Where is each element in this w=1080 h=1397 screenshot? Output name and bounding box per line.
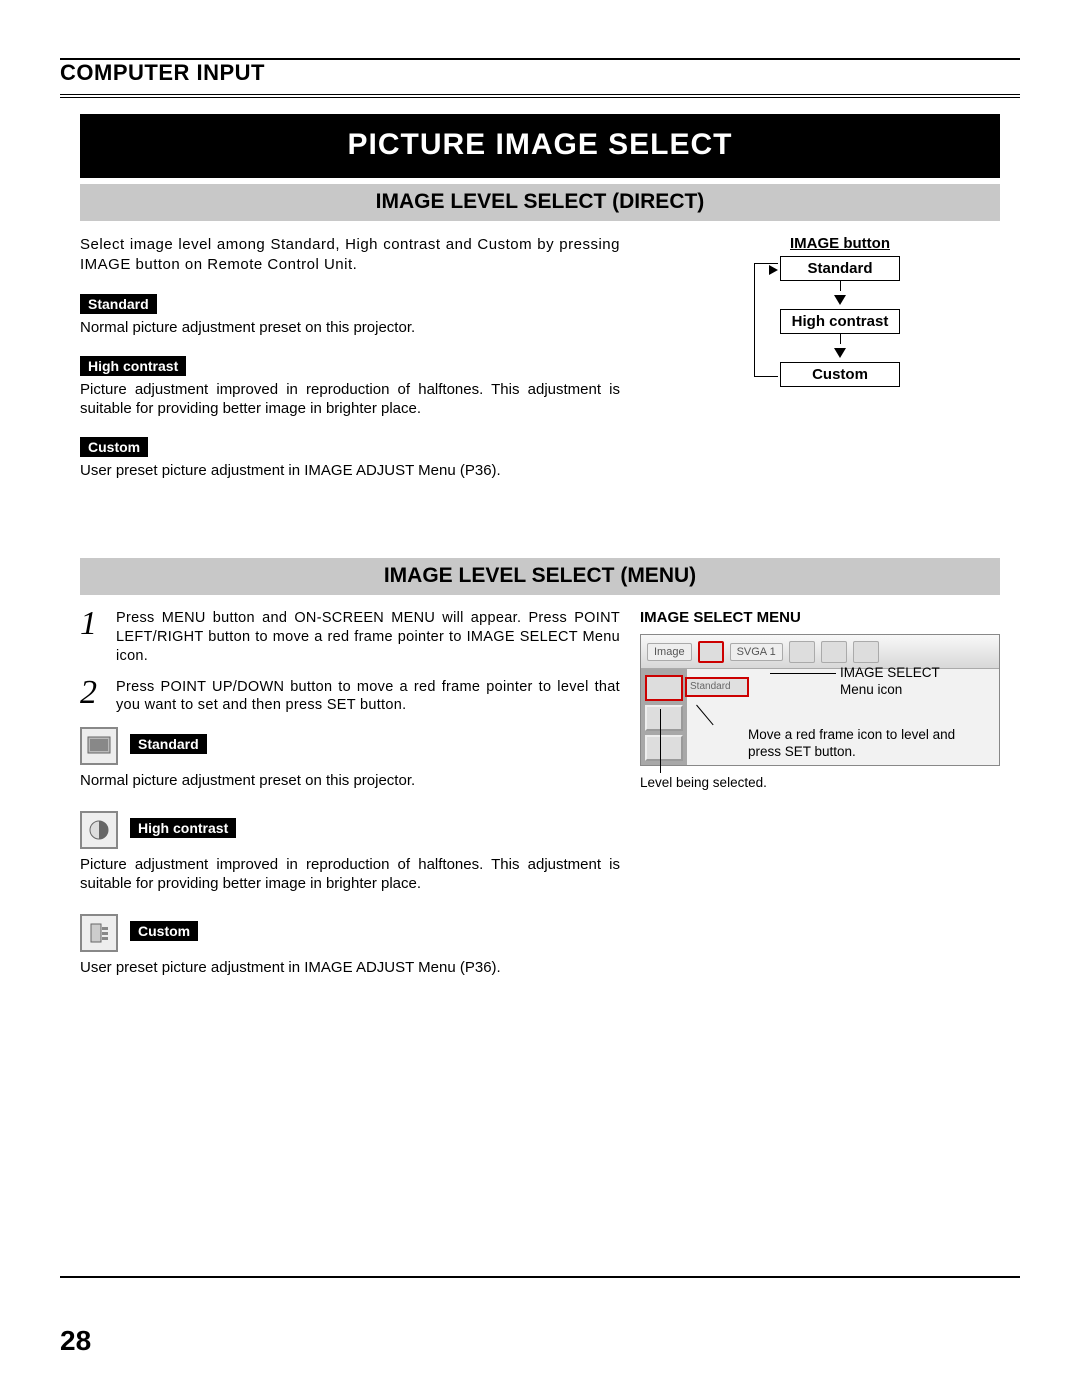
item-custom: Custom User preset picture adjustment in… — [80, 437, 620, 481]
loop-line — [754, 263, 778, 377]
menu-tab-image: Image — [647, 643, 692, 661]
item-standard: Standard Normal picture adjustment prese… — [80, 294, 620, 338]
custom-icon — [80, 914, 118, 952]
menu-icon — [853, 641, 879, 663]
page-number: 28 — [60, 1325, 91, 1357]
step-1: 1 Press MENU button and ON-SCREEN MENU w… — [80, 609, 620, 666]
desc-highcontrast-2: Picture adjustment improved in reproduct… — [80, 855, 620, 894]
menu-mode: SVGA 1 — [730, 643, 783, 661]
loop-arrow-icon — [769, 265, 778, 275]
flow-box-highcontrast: High contrast — [780, 309, 900, 334]
flow-box-custom: Custom — [780, 362, 900, 387]
step-text: Press POINT UP/DOWN button to move a red… — [116, 678, 620, 716]
callout-level: Level being selected. — [640, 775, 767, 792]
label-standard: Standard — [80, 294, 157, 314]
desc-standard: Normal picture adjustment preset on this… — [80, 318, 620, 338]
icon-row-standard: Standard — [80, 727, 620, 765]
highcontrast-icon — [80, 811, 118, 849]
icon-row-custom: Custom — [80, 914, 620, 952]
section1-right: IMAGE button Standard High contrast Cust… — [640, 235, 1000, 498]
title-band: PICTURE IMAGE SELECT — [80, 114, 1000, 178]
label-standard-2: Standard — [130, 734, 207, 754]
section-header: COMPUTER INPUT — [60, 60, 1020, 95]
menu-icon — [789, 641, 815, 663]
section2-right: IMAGE SELECT MENU Image SVGA 1 Standard — [640, 609, 1000, 997]
section1-left: Select image level among Standard, High … — [80, 235, 620, 498]
flow-line — [840, 334, 841, 344]
section2-columns: 1 Press MENU button and ON-SCREEN MENU w… — [60, 609, 1020, 997]
callout-line — [660, 709, 661, 773]
section1-columns: Select image level among Standard, High … — [60, 235, 1020, 498]
menu-level-item — [645, 735, 683, 761]
desc-highcontrast: Picture adjustment improved in reproduct… — [80, 380, 620, 419]
menu-dropdown-label: Standard — [685, 677, 749, 697]
label-highcontrast-2: High contrast — [130, 818, 236, 838]
image-select-menu-icon — [698, 641, 724, 663]
intro-text: Select image level among Standard, High … — [80, 235, 620, 274]
rule — [60, 97, 1020, 98]
item-highcontrast: High contrast Picture adjustment improve… — [80, 356, 620, 419]
menu-bar: Image SVGA 1 — [641, 635, 999, 669]
menu-icon — [821, 641, 847, 663]
page-frame: COMPUTER INPUT PICTURE IMAGE SELECT IMAG… — [60, 58, 1020, 1278]
icon-row-highcontrast: High contrast — [80, 811, 620, 849]
section2-left: 1 Press MENU button and ON-SCREEN MENU w… — [80, 609, 620, 997]
flow-diagram: Standard High contrast Custom — [760, 256, 920, 387]
callout-line — [770, 673, 836, 674]
subhead-direct: IMAGE LEVEL SELECT (DIRECT) — [80, 184, 1000, 221]
spacer — [60, 498, 1020, 558]
flow-box-standard: Standard — [780, 256, 900, 281]
desc-standard-2: Normal picture adjustment preset on this… — [80, 771, 620, 791]
flow-line — [840, 281, 841, 291]
desc-custom-2: User preset picture adjustment in IMAGE … — [80, 958, 620, 978]
menu-sidebar — [641, 669, 687, 765]
label-custom-2: Custom — [130, 921, 198, 941]
label-highcontrast: High contrast — [80, 356, 186, 376]
menu-level-item — [645, 705, 683, 731]
subhead-menu: IMAGE LEVEL SELECT (MENU) — [80, 558, 1000, 595]
standard-icon — [80, 727, 118, 765]
menu-title: IMAGE SELECT MENU — [640, 609, 1000, 626]
step-number: 1 — [80, 609, 104, 666]
step-number: 2 — [80, 678, 104, 716]
desc-custom: User preset picture adjustment in IMAGE … — [80, 461, 620, 481]
callout-icon: IMAGE SELECT Menu icon — [840, 665, 970, 699]
flow-title: IMAGE button — [680, 235, 1000, 252]
step-2: 2 Press POINT UP/DOWN button to move a r… — [80, 678, 620, 716]
step-text: Press MENU button and ON-SCREEN MENU wil… — [116, 609, 620, 666]
menu-level-selected — [645, 675, 683, 701]
callout-move: Move a red frame icon to level and press… — [748, 727, 988, 761]
down-arrow-icon — [834, 348, 846, 358]
label-custom: Custom — [80, 437, 148, 457]
down-arrow-icon — [834, 295, 846, 305]
